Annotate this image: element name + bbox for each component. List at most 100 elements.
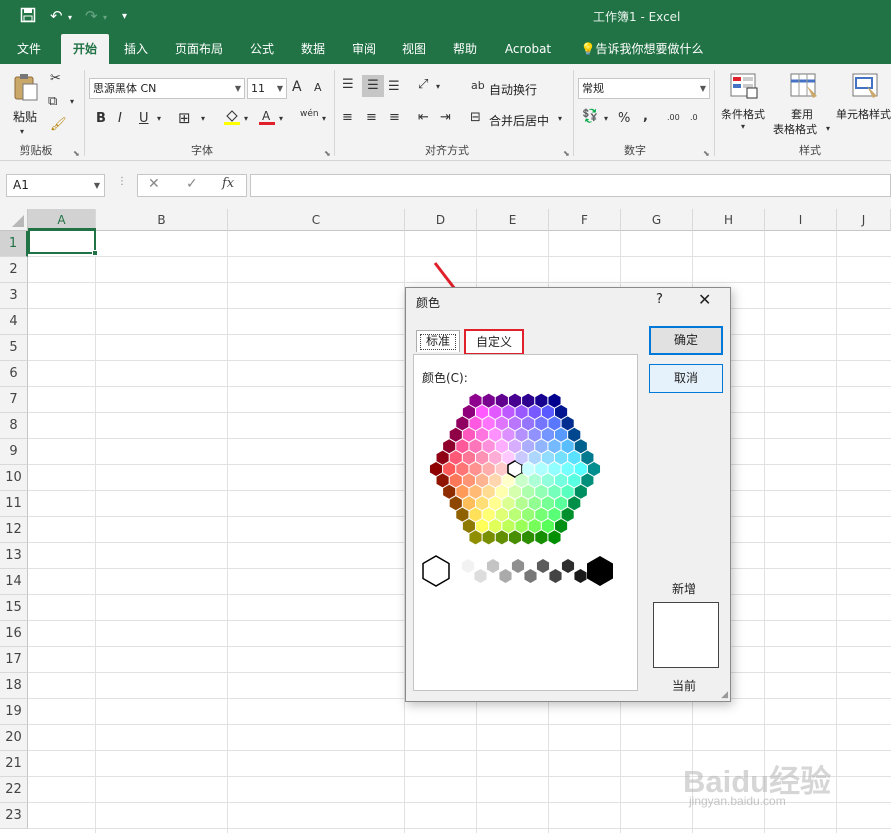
paste-label[interactable]: 粘贴 [13, 108, 37, 125]
undo-icon[interactable]: ↶ [50, 7, 63, 25]
color-cell[interactable] [508, 393, 522, 408]
color-cell[interactable] [469, 416, 482, 431]
color-cell[interactable] [555, 519, 568, 533]
color-cell[interactable] [535, 416, 548, 431]
color-cell[interactable] [456, 484, 469, 499]
color-cell[interactable] [495, 484, 508, 499]
cell-styles-button[interactable]: 单元格样式 [836, 106, 891, 122]
color-cell[interactable] [456, 507, 469, 522]
format-as-table-label-1[interactable]: 套用 [791, 106, 813, 122]
color-cell[interactable] [541, 405, 554, 419]
color-cell[interactable] [535, 507, 548, 522]
color-cell[interactable] [482, 393, 495, 408]
gray-cell[interactable] [561, 559, 575, 573]
row-header-15[interactable]: 15 [0, 595, 28, 621]
middle-align-icon[interactable]: ☰ [362, 75, 384, 97]
tab-acrobat[interactable]: Acrobat [498, 34, 558, 64]
tab-formulas[interactable]: 公式 [242, 34, 282, 64]
font-color-icon[interactable]: A [258, 108, 276, 130]
gray-cell[interactable] [474, 569, 487, 583]
color-cell[interactable] [462, 427, 475, 442]
align-left-icon[interactable]: ≡ [342, 110, 353, 125]
color-cell[interactable] [528, 450, 541, 465]
row-header-13[interactable]: 13 [0, 543, 28, 569]
color-cell[interactable] [581, 450, 594, 465]
color-cell[interactable] [469, 439, 482, 454]
tab-review[interactable]: 审阅 [344, 34, 384, 64]
clipboard-launcher-icon[interactable]: ⬊ [73, 149, 80, 158]
color-cell[interactable] [462, 519, 475, 533]
color-cell[interactable] [508, 507, 522, 522]
accounting-format-icon[interactable]: 💱 [582, 109, 598, 124]
row-header-22[interactable]: 22 [0, 777, 28, 803]
color-cell[interactable] [476, 450, 489, 465]
borders-icon[interactable]: ⊞ [178, 109, 191, 127]
conditional-dropdown-icon[interactable]: ▾ [741, 122, 745, 131]
font-size-combo[interactable]: 11 ▼ [247, 78, 287, 99]
column-header-f[interactable]: F [549, 209, 621, 231]
color-cell[interactable] [568, 496, 581, 511]
decrease-font-icon[interactable]: A [314, 81, 322, 94]
cancel-button[interactable]: 取消 [649, 364, 723, 393]
color-cell[interactable] [535, 439, 548, 454]
color-cell[interactable] [489, 496, 502, 511]
row-header-9[interactable]: 9 [0, 439, 28, 465]
black-cell[interactable] [587, 556, 613, 586]
color-cell[interactable] [568, 450, 581, 465]
color-cell[interactable] [522, 393, 535, 408]
color-cell[interactable] [522, 530, 535, 545]
row-header-2[interactable]: 2 [0, 257, 28, 283]
row-header-12[interactable]: 12 [0, 517, 28, 543]
color-cell[interactable] [574, 439, 587, 454]
paste-icon[interactable] [10, 72, 40, 102]
color-cell[interactable] [535, 484, 548, 499]
conditional-formatting-button[interactable]: 条件格式 [721, 106, 765, 122]
gray-cell[interactable] [549, 569, 562, 583]
color-cell[interactable] [515, 519, 528, 533]
color-cell[interactable] [522, 439, 535, 454]
color-cell[interactable] [489, 405, 502, 419]
row-header-3[interactable]: 3 [0, 283, 28, 309]
color-cell[interactable] [456, 462, 469, 476]
orientation-icon[interactable]: ⤢ [418, 77, 428, 92]
color-cell[interactable] [568, 427, 581, 442]
color-cell[interactable] [522, 462, 535, 476]
color-cell[interactable] [502, 496, 515, 511]
color-cell[interactable] [548, 462, 561, 476]
increase-font-icon[interactable]: A [292, 79, 302, 95]
increase-indent-icon[interactable]: ⇥ [440, 110, 451, 125]
row-header-7[interactable]: 7 [0, 387, 28, 413]
color-cell[interactable] [462, 450, 475, 465]
cut-icon[interactable]: ✂ [50, 71, 61, 86]
format-painter-icon[interactable]: 🖌 [50, 117, 67, 132]
row-header-4[interactable]: 4 [0, 309, 28, 335]
color-cell[interactable] [482, 416, 495, 431]
conditional-formatting-icon[interactable] [729, 72, 759, 104]
color-cell[interactable] [476, 519, 489, 533]
color-cell[interactable] [489, 519, 502, 533]
color-cell[interactable] [436, 450, 449, 465]
number-format-combo[interactable]: 常规 ▼ [578, 78, 710, 99]
column-header-i[interactable]: I [765, 209, 837, 231]
color-cell[interactable] [568, 473, 581, 488]
color-cell[interactable] [574, 484, 587, 499]
copy-icon[interactable]: ⧉ [48, 94, 57, 109]
decrease-indent-icon[interactable]: ⇤ [418, 110, 429, 125]
color-cell[interactable] [482, 484, 495, 499]
gray-cell[interactable] [499, 569, 512, 583]
customize-quick-access-icon[interactable]: ▾ [122, 11, 127, 22]
font-color-dropdown-icon[interactable]: ▾ [279, 114, 283, 123]
color-cell[interactable] [489, 427, 502, 442]
color-cell[interactable] [561, 484, 574, 499]
color-cell[interactable] [541, 473, 554, 488]
color-cell[interactable] [476, 405, 489, 419]
table-format-dropdown-icon[interactable]: ▾ [826, 124, 830, 133]
color-cell[interactable] [515, 427, 528, 442]
redo-icon[interactable]: ↷ [85, 7, 98, 25]
color-cell[interactable] [548, 484, 561, 499]
tab-standard[interactable]: 标准 [416, 330, 460, 352]
cell-styles-icon[interactable] [851, 72, 881, 104]
top-align-icon[interactable]: ☰ [342, 77, 354, 92]
color-cell[interactable] [548, 530, 561, 545]
fill-color-dropdown-icon[interactable]: ▾ [244, 114, 248, 123]
